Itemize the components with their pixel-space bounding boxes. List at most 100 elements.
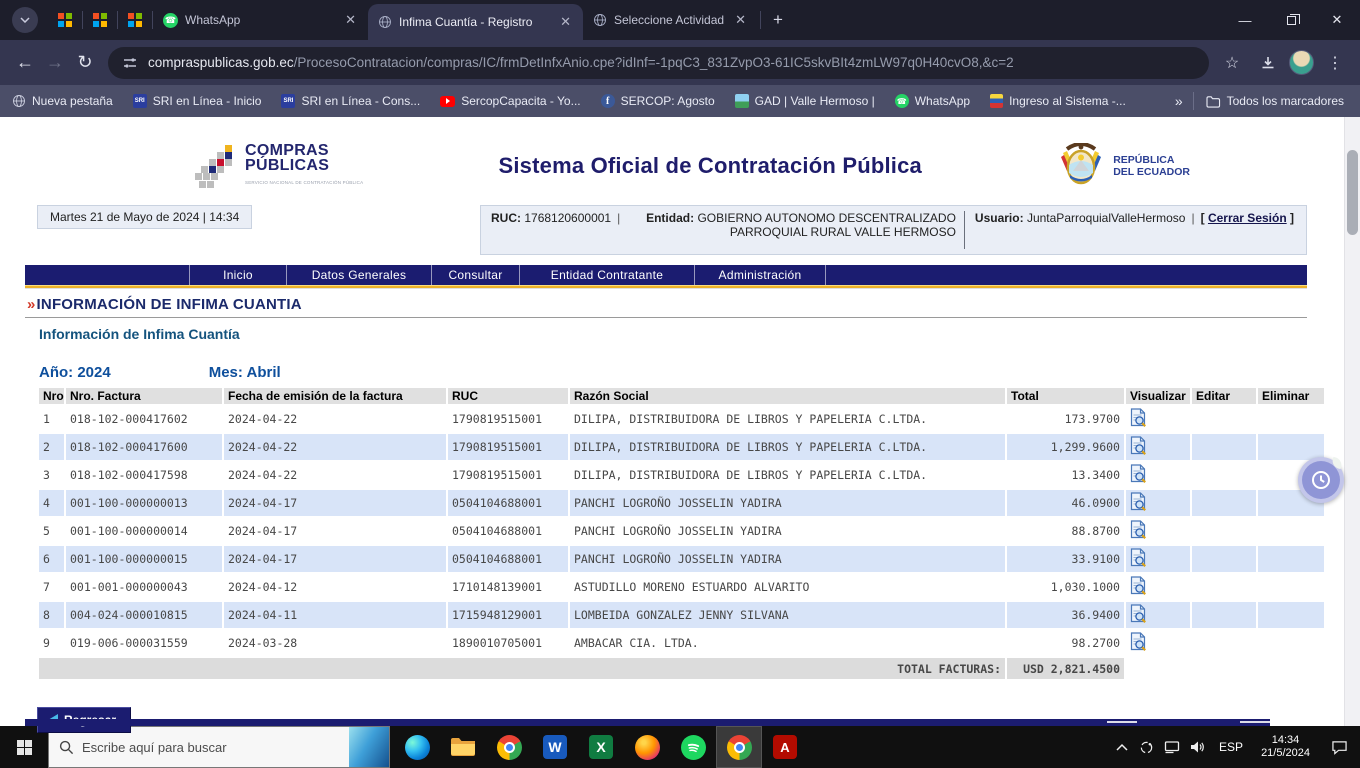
bookmark-item[interactable]: ☎ WhatsApp [895, 94, 970, 108]
restore-button[interactable] [1268, 0, 1314, 40]
search-highlight-image[interactable] [349, 727, 389, 767]
tray-expand-icon[interactable] [1109, 743, 1134, 751]
minimize-button[interactable]: ― [1222, 0, 1268, 40]
close-window-button[interactable]: ✕ [1314, 0, 1360, 40]
microsoft-grid-icon[interactable] [93, 13, 107, 27]
refresh-button[interactable]: ↻ [70, 48, 100, 78]
taskbar-clock[interactable]: 14:34 21/5/2024 [1253, 734, 1318, 760]
table-row: 1 018-102-000417602 2024-04-22 179081951… [39, 406, 1324, 432]
cell-razon-social: PANCHI LOGROÑO JOSSELIN YADIRA [570, 490, 1005, 516]
visualizar-icon[interactable] [1130, 632, 1147, 651]
logout-link[interactable]: Cerrar Sesión [1208, 211, 1287, 225]
address-bar[interactable]: compraspublicas.gob.ec/ProcesoContrataci… [108, 47, 1209, 79]
youtube-icon [440, 96, 455, 107]
year-field: Año: 2024 [39, 364, 111, 381]
menu-item-consultar[interactable]: Consultar [432, 265, 520, 285]
cell-editar [1192, 434, 1256, 460]
cell-factura: 001-100-000000013 [66, 490, 222, 516]
bookmark-item[interactable]: SRI SRI en Línea - Inicio [133, 94, 262, 108]
visualizar-icon[interactable] [1130, 436, 1147, 455]
visualizar-icon[interactable] [1130, 492, 1147, 511]
session-info-bar: Martes 21 de Mayo de 2024 | 14:34 RUC: 1… [25, 205, 1307, 255]
sri-icon: SRI [281, 94, 295, 108]
downloads-icon[interactable] [1253, 48, 1283, 78]
scrollbar-thumb[interactable] [1347, 150, 1358, 235]
bookmark-item[interactable]: Nueva pestaña [12, 94, 113, 108]
menu-item-datos-generales[interactable]: Datos Generales [287, 265, 432, 285]
cell-eliminar [1258, 546, 1324, 572]
extension-clock-widget[interactable] [1298, 457, 1344, 503]
menu-item-administracion[interactable]: Administración [695, 265, 826, 285]
visualizar-icon[interactable] [1130, 408, 1147, 427]
bookmark-item[interactable]: f SERCOP: Agosto [601, 94, 715, 108]
cell-fecha: 2024-04-22 [224, 462, 446, 488]
all-bookmarks-button[interactable]: Todos los marcadores [1206, 94, 1344, 108]
tab-close-icon[interactable]: ✕ [343, 12, 358, 28]
cell-visualizar [1126, 434, 1190, 460]
menu-item-entidad-contratante[interactable]: Entidad Contratante [520, 265, 695, 285]
tab-close-icon[interactable]: ✕ [558, 14, 573, 30]
tab-seleccione-actividad[interactable]: Seleccione Actividad a modifica ✕ [583, 0, 758, 40]
excel-icon: X [589, 735, 613, 759]
cell-factura: 001-100-000000014 [66, 518, 222, 544]
total-value: USD 2,821.4500 [1007, 658, 1124, 679]
pinned-tabs [48, 11, 153, 29]
volume-icon[interactable] [1184, 740, 1209, 754]
cell-editar [1192, 518, 1256, 544]
tab-infima-cuantia[interactable]: Infima Cuantía - Registro ✕ [368, 4, 583, 40]
bookmark-item[interactable]: SercopCapacita - Yo... [440, 94, 580, 108]
browser-tab-bar: ☎ WhatsApp ✕ Infima Cuantía - Registro ✕… [0, 0, 1360, 40]
bookmark-item[interactable]: Ingreso al Sistema -... [990, 94, 1126, 108]
cell-nro: 2 [39, 434, 64, 460]
url-text: compraspublicas.gob.ec/ProcesoContrataci… [148, 55, 1014, 70]
profile-avatar[interactable] [1289, 50, 1314, 75]
network-icon[interactable] [1159, 740, 1184, 754]
menu-item-inicio[interactable]: Inicio [190, 265, 287, 285]
cell-ruc: 1790819515001 [448, 406, 568, 432]
visualizar-icon[interactable] [1130, 604, 1147, 623]
browser-toolbar: ← → ↻ compraspublicas.gob.ec/ProcesoCont… [0, 40, 1360, 85]
language-indicator[interactable]: ESP [1209, 740, 1253, 754]
visualizar-icon[interactable] [1130, 576, 1147, 595]
microsoft-grid-icon[interactable] [128, 13, 142, 27]
cell-fecha: 2024-04-17 [224, 518, 446, 544]
cell-fecha: 2024-04-12 [224, 574, 446, 600]
cell-eliminar [1258, 630, 1324, 656]
clock-time: 14:34 [1261, 734, 1310, 747]
table-row: 3 018-102-000417598 2024-04-22 179081951… [39, 462, 1324, 488]
visualizar-icon[interactable] [1130, 520, 1147, 539]
tab-search-button[interactable] [12, 7, 38, 33]
back-button[interactable]: ← [10, 48, 40, 78]
bookmarks-overflow-button[interactable]: » [1165, 93, 1193, 109]
bookmark-star-icon[interactable]: ☆ [1217, 48, 1247, 78]
visualizar-icon[interactable] [1130, 548, 1147, 567]
action-center-icon[interactable] [1318, 740, 1360, 755]
cell-editar [1192, 490, 1256, 516]
pixel-arrow-logo-icon [195, 143, 237, 189]
cell-total: 173.9700 [1007, 406, 1124, 432]
page-content: COMPRAS PÚBLICAS SERVICIO NACIONAL DE CO… [0, 117, 1360, 726]
visualizar-icon[interactable] [1130, 464, 1147, 483]
page-scrollbar[interactable] [1344, 117, 1360, 726]
tab-title: WhatsApp [185, 13, 336, 27]
bookmark-item[interactable]: SRI SRI en Línea - Cons... [281, 94, 420, 108]
browser-menu-icon[interactable]: ⋮ [1320, 48, 1350, 78]
cell-total: 33.9100 [1007, 546, 1124, 572]
new-tab-button[interactable]: + [763, 10, 793, 30]
cell-fecha: 2024-04-22 [224, 434, 446, 460]
tray-system-icon[interactable] [1134, 740, 1159, 755]
cell-eliminar [1258, 518, 1324, 544]
forward-button[interactable]: → [40, 48, 70, 78]
col-header: Nro. Factura [66, 388, 222, 404]
microsoft-grid-icon[interactable] [58, 13, 72, 27]
republic-line1: REPÚBLICA [1113, 154, 1190, 166]
bookmark-item[interactable]: GAD | Valle Hermoso | [735, 94, 875, 108]
cell-visualizar [1126, 546, 1190, 572]
tab-close-icon[interactable]: ✕ [733, 12, 748, 28]
cell-editar [1192, 574, 1256, 600]
tab-whatsapp[interactable]: ☎ WhatsApp ✕ [153, 0, 368, 40]
cell-visualizar [1126, 602, 1190, 628]
cell-total: 46.0900 [1007, 490, 1124, 516]
site-info-icon[interactable] [122, 55, 138, 71]
cell-total: 13.3400 [1007, 462, 1124, 488]
